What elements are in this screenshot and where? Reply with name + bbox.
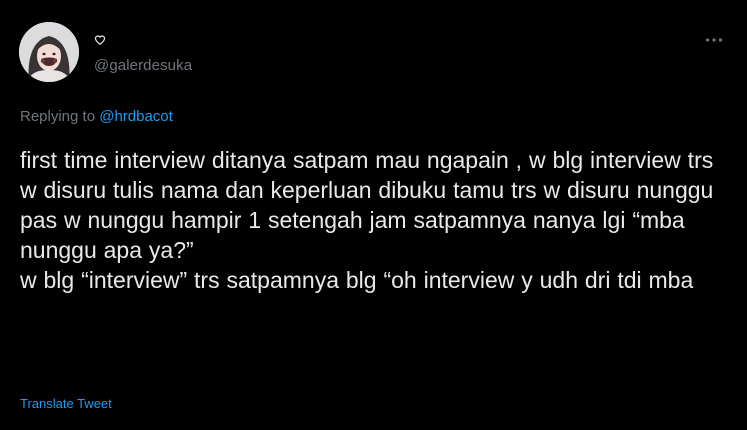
more-horizontal-icon <box>705 38 723 42</box>
tweet-text: first time interview ditanya satpam mau … <box>20 147 714 293</box>
replying-prefix: Replying to <box>20 108 96 125</box>
heart-icon <box>94 35 106 45</box>
replying-to-link[interactable]: @hrdbacot <box>99 108 173 125</box>
display-name[interactable] <box>94 31 106 49</box>
user-handle[interactable]: @galerdesuka <box>94 57 192 74</box>
avatar-image <box>19 22 79 82</box>
avatar[interactable] <box>19 22 79 82</box>
replying-to: Replying to @hrdbacot <box>20 108 173 125</box>
tweet-card: @galerdesuka Replying to @hrdbacot first… <box>0 0 747 430</box>
translate-tweet-link[interactable]: Translate Tweet <box>20 396 112 411</box>
more-options-button[interactable] <box>701 30 727 50</box>
